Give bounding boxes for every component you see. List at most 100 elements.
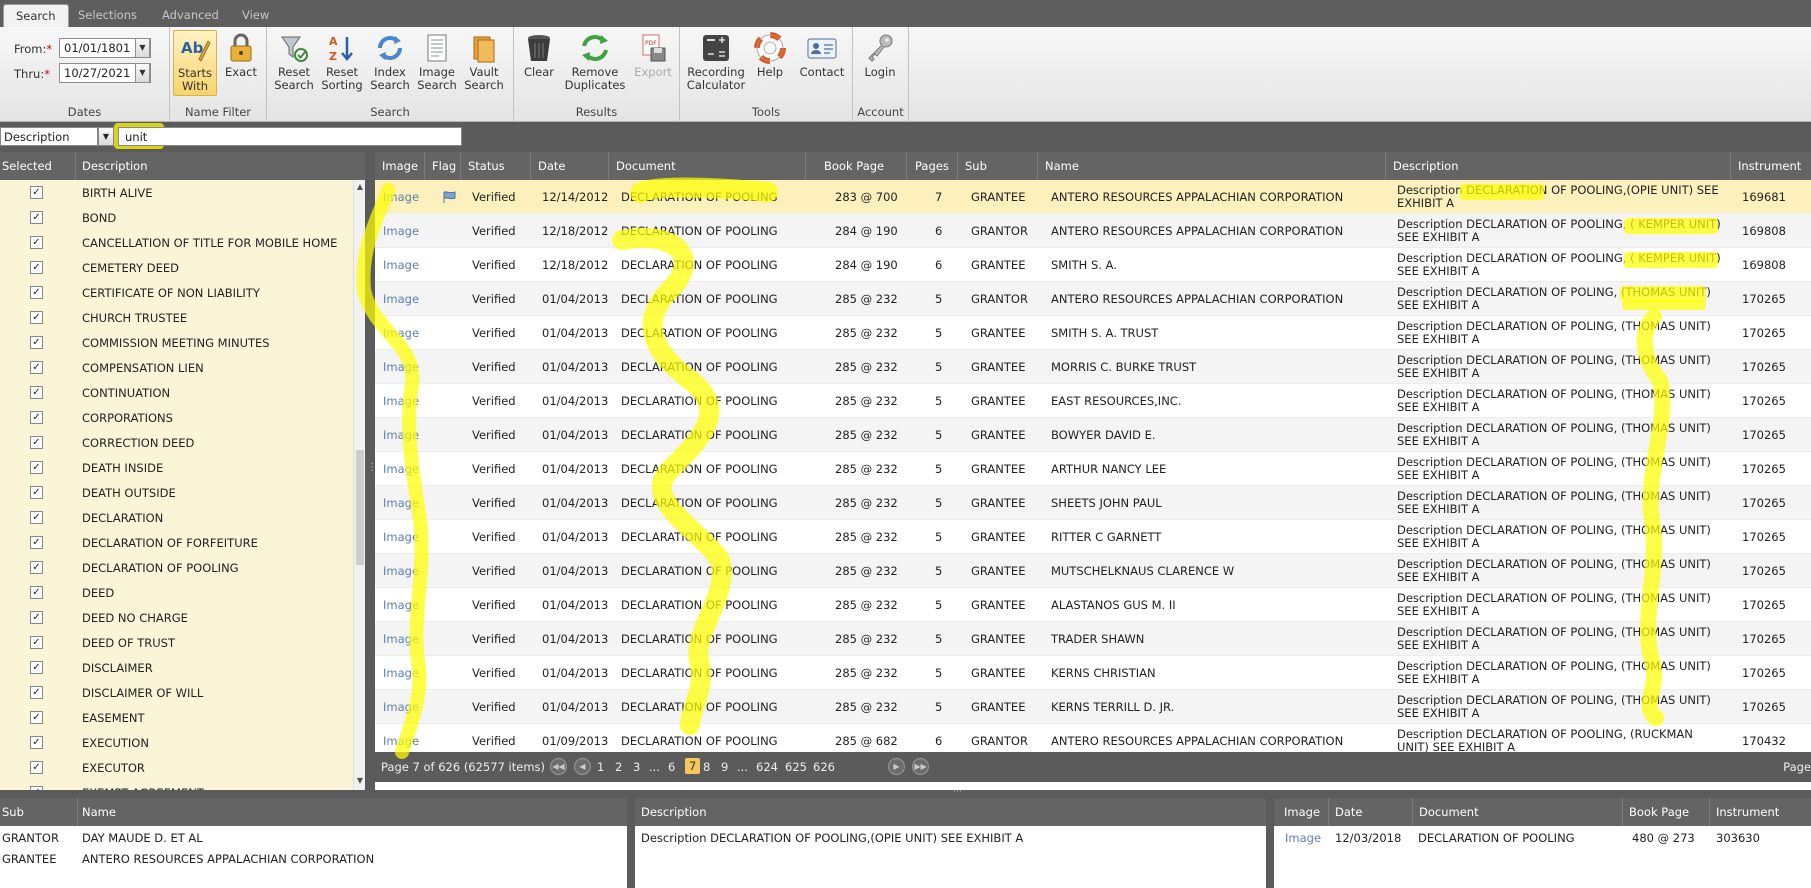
document-type-checkbox[interactable]: ✓ (30, 461, 43, 474)
recording-calculator-button[interactable]: Recording Calculator (684, 30, 748, 92)
login-button[interactable]: Login (857, 30, 903, 79)
book-page-column-header[interactable]: Book Page (1623, 798, 1710, 826)
document-type-checkbox[interactable]: ✓ (30, 761, 43, 774)
document-type-row[interactable]: ✓ CORRECTION DEED (0, 430, 353, 455)
page-number[interactable]: 1 (597, 760, 604, 774)
document-type-checkbox[interactable]: ✓ (30, 411, 43, 424)
document-type-checkbox[interactable]: ✓ (30, 336, 43, 349)
document-type-row[interactable]: ✓ DECLARATION OF FORFEITURE (0, 530, 353, 555)
image-link[interactable]: Image (383, 180, 419, 214)
image-link[interactable]: Image (383, 656, 419, 690)
document-type-row[interactable]: ✓ DEATH INSIDE (0, 455, 353, 480)
document-column-header[interactable]: Document (609, 152, 806, 180)
clear-button[interactable]: Clear (519, 30, 559, 79)
page-number[interactable]: 8 (703, 760, 710, 774)
table-row[interactable]: Image Verified 01/04/2013 DECLARATION OF PO… (375, 622, 1811, 656)
document-type-checkbox[interactable]: ✓ (30, 636, 43, 649)
image-link[interactable]: Image (383, 554, 419, 588)
vertical-splitter[interactable]: ⋮ (365, 152, 377, 790)
table-row[interactable]: Image Verified 12/14/2012 DECLARATION OF PO… (375, 180, 1811, 214)
reset-sorting-button[interactable]: A Z Reset Sorting (319, 30, 365, 92)
pages-column-header[interactable]: Pages (907, 152, 958, 180)
scrollbar-thumb[interactable] (356, 450, 364, 565)
document-type-checkbox[interactable]: ✓ (30, 211, 43, 224)
document-type-row[interactable]: ✓ COMPENSATION LIEN (0, 355, 353, 380)
vault-search-button[interactable]: Vault Search (462, 30, 506, 92)
document-type-row[interactable]: ✓ DEED NO CHARGE (0, 605, 353, 630)
document-type-row[interactable]: ✓ CONTINUATION (0, 380, 353, 405)
document-type-row[interactable]: ✓ DECLARATION (0, 505, 353, 530)
image-link[interactable]: Image (383, 248, 419, 282)
flag-icon[interactable] (443, 191, 456, 203)
table-row[interactable]: Image Verified 01/04/2013 DECLARATION OF PO… (375, 690, 1811, 724)
tab-advanced[interactable]: Advanced (150, 4, 231, 27)
document-type-checkbox[interactable]: ✓ (30, 186, 43, 199)
next-page-icon[interactable]: ▶ (888, 758, 905, 775)
page-number[interactable]: 9 (721, 760, 728, 774)
image-link[interactable]: Image (383, 350, 419, 384)
image-link[interactable]: Image (383, 588, 419, 622)
table-row[interactable]: Image Verified 01/04/2013 DECLARATION OF PO… (375, 384, 1811, 418)
tab-view[interactable]: View (230, 4, 281, 27)
first-page-icon[interactable]: ◀◀ (550, 758, 567, 775)
document-type-checkbox[interactable]: ✓ (30, 311, 43, 324)
document-type-row[interactable]: ✓ BOND (0, 205, 353, 230)
document-type-row[interactable]: ✓EXEMPT AGREEMENT (0, 780, 353, 790)
sub-column-header[interactable]: Sub (0, 798, 78, 826)
instrument-column-header[interactable]: Instrument (1731, 152, 1811, 180)
image-link[interactable]: Image (383, 316, 419, 350)
document-type-row[interactable]: ✓ CEMETERY DEED (0, 255, 353, 280)
page-number[interactable]: 6 (668, 760, 675, 774)
filter-field-dropdown[interactable]: ▼ (98, 127, 114, 146)
table-row[interactable]: Image Verified 01/04/2013 DECLARATION OF PO… (375, 418, 1811, 452)
image-column-header[interactable]: Image (1274, 798, 1329, 826)
sub-column-header[interactable]: Sub (958, 152, 1038, 180)
document-type-checkbox[interactable]: ✓ (30, 511, 43, 524)
page-number[interactable]: 625 (785, 760, 807, 774)
table-row[interactable]: Image Verified 01/04/2013 DECLARATION OF PO… (375, 656, 1811, 690)
page-number[interactable]: 7 (685, 758, 701, 774)
table-row[interactable]: Image Verified 12/18/2012 DECLARATION OF PO… (375, 214, 1811, 248)
date-column-header[interactable]: Date (1329, 798, 1413, 826)
document-type-checkbox[interactable]: ✓ (30, 686, 43, 699)
document-type-row[interactable]: ✓ EXECUTOR (0, 755, 353, 780)
table-row[interactable]: Image Verified 01/04/2013 DECLARATION OF PO… (375, 486, 1811, 520)
document-type-row[interactable]: ✓ DISCLAIMER (0, 655, 353, 680)
image-link[interactable]: Image (383, 452, 419, 486)
document-type-row[interactable]: ✓ COMMISSION MEETING MINUTES (0, 330, 353, 355)
document-type-row[interactable]: ✓ EASEMENT (0, 705, 353, 730)
document-type-checkbox[interactable]: ✓ (30, 486, 43, 499)
flag-column-header[interactable]: Flag (425, 152, 461, 180)
table-row[interactable]: Image Verified 12/18/2012 DECLARATION OF PO… (375, 248, 1811, 282)
page-number[interactable]: 624 (756, 760, 778, 774)
image-search-button[interactable]: Image Search (415, 30, 459, 92)
horizontal-splitter[interactable]: ⋯ (0, 787, 1811, 798)
document-type-checkbox[interactable]: ✓ (30, 386, 43, 399)
table-row[interactable]: Image Verified 01/04/2013 DECLARATION OF PO… (375, 316, 1811, 350)
instrument-column-header[interactable]: Instrument (1710, 798, 1811, 826)
document-type-checkbox[interactable]: ✓ (30, 611, 43, 624)
image-link[interactable]: Image (383, 622, 419, 656)
document-column-header[interactable]: Document (1413, 798, 1623, 826)
thru-date-dropdown[interactable]: ▼ (135, 63, 150, 83)
date-column-header[interactable]: Date (531, 152, 609, 180)
tab-search[interactable]: Search (3, 4, 69, 27)
document-type-checkbox[interactable]: ✓ (30, 436, 43, 449)
document-type-row[interactable]: ✓ DECLARATION OF POOLING (0, 555, 353, 580)
from-date-dropdown[interactable]: ▼ (135, 38, 150, 58)
image-link[interactable]: Image (383, 486, 419, 520)
document-type-checkbox[interactable]: ✓ (30, 236, 43, 249)
document-type-checkbox[interactable]: ✓ (30, 736, 43, 749)
image-link[interactable]: Image (383, 282, 419, 316)
tab-selections[interactable]: Selections (66, 4, 149, 27)
document-type-row[interactable]: ✓ BIRTH ALIVE (0, 180, 353, 205)
document-type-row[interactable]: ✓ DISCLAIMER OF WILL (0, 680, 353, 705)
document-type-row[interactable]: ✓ CERTIFICATE OF NON LIABILITY (0, 280, 353, 305)
related-image-link[interactable]: Image (1285, 831, 1321, 845)
document-type-checkbox[interactable]: ✓ (30, 536, 43, 549)
image-link[interactable]: Image (383, 214, 419, 248)
index-search-button[interactable]: Index Search (368, 30, 412, 92)
table-row[interactable]: Image Verified 01/04/2013 DECLARATION OF PO… (375, 350, 1811, 384)
document-type-checkbox[interactable]: ✓ (30, 586, 43, 599)
document-type-row[interactable]: ✓ DEED OF TRUST (0, 630, 353, 655)
